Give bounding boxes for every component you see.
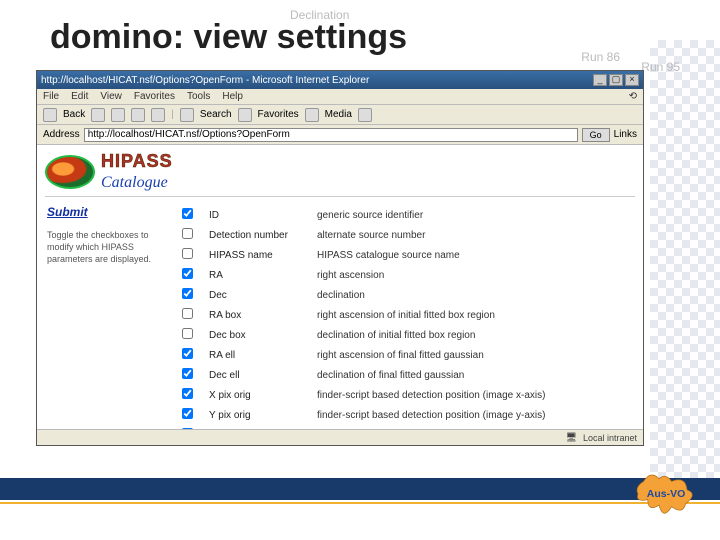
menu-view[interactable]: View bbox=[100, 91, 122, 102]
param-checkbox[interactable] bbox=[182, 428, 193, 429]
param-desc: declination of final fitted gaussian bbox=[317, 370, 633, 381]
table-row: HIPASS nameHIPASS catalogue source name bbox=[177, 245, 633, 265]
param-checkbox[interactable] bbox=[182, 248, 193, 259]
table-row: RA boxright ascension of initial fitted … bbox=[177, 305, 633, 325]
go-button[interactable]: Go bbox=[582, 128, 610, 142]
address-label: Address bbox=[43, 129, 80, 140]
refresh-icon[interactable] bbox=[131, 108, 145, 122]
home-icon[interactable] bbox=[151, 108, 165, 122]
param-name: Dec box bbox=[209, 330, 317, 341]
table-row: Y pix origfinder-script based detection … bbox=[177, 405, 633, 425]
status-bar: 🖥 Local intranet bbox=[37, 429, 643, 445]
media-button[interactable]: Media bbox=[325, 109, 352, 120]
menu-bar: File Edit View Favorites Tools Help ⟲ bbox=[37, 89, 643, 105]
table-row: Decdeclination bbox=[177, 285, 633, 305]
back-button[interactable]: Back bbox=[63, 109, 85, 120]
param-name: Dec bbox=[209, 290, 317, 301]
table-row: X pix origfinder-script based detection … bbox=[177, 385, 633, 405]
links-label[interactable]: Links bbox=[614, 129, 637, 140]
wm-run86: Run 86 bbox=[581, 50, 620, 64]
param-checkbox[interactable] bbox=[182, 348, 193, 359]
param-name: X pix orig bbox=[209, 390, 317, 401]
param-desc: right ascension of final fitted gaussian bbox=[317, 350, 633, 361]
window-titlebar: http://localhost/HICAT.nsf/Options?OpenF… bbox=[37, 71, 643, 89]
param-desc: right ascension of initial fitted box re… bbox=[317, 310, 633, 321]
table-row: IDgeneric source identifier bbox=[177, 205, 633, 225]
sidebar-note: Toggle the checkboxes to modify which HI… bbox=[47, 229, 167, 265]
history-icon[interactable] bbox=[358, 108, 372, 122]
logo-text-catalogue: Catalogue bbox=[101, 174, 173, 192]
param-desc: declination bbox=[317, 290, 633, 301]
param-desc: finder-script based detection position (… bbox=[317, 390, 633, 401]
menu-help[interactable]: Help bbox=[222, 91, 243, 102]
divider bbox=[45, 196, 635, 197]
bg-checker bbox=[650, 40, 720, 480]
zone-icon: 🖥 bbox=[566, 432, 577, 443]
menu-throbber-icon: ⟲ bbox=[629, 91, 637, 102]
param-checkbox[interactable] bbox=[182, 228, 193, 239]
table-row: Dec boxdeclination of initial fitted box… bbox=[177, 325, 633, 345]
param-name: Detection number bbox=[209, 230, 317, 241]
close-button[interactable]: × bbox=[625, 74, 639, 86]
menu-file[interactable]: File bbox=[43, 91, 59, 102]
parameter-grid: IDgeneric source identifierDetection num… bbox=[177, 205, 633, 429]
footer-accent-line bbox=[0, 502, 720, 504]
footer-band bbox=[0, 478, 720, 500]
param-checkbox[interactable] bbox=[182, 308, 193, 319]
back-icon[interactable] bbox=[43, 108, 57, 122]
window-title: http://localhost/HICAT.nsf/Options?OpenF… bbox=[41, 75, 593, 86]
hipass-logo-icon bbox=[45, 155, 95, 189]
ausvo-text: Aus-VO bbox=[647, 488, 686, 500]
ausvo-logo: Aus-VO bbox=[630, 466, 702, 522]
param-checkbox[interactable] bbox=[182, 328, 193, 339]
maximize-button[interactable]: ▢ bbox=[609, 74, 623, 86]
param-name: RA box bbox=[209, 310, 317, 321]
media-icon[interactable] bbox=[305, 108, 319, 122]
logo-text-hipass: HIPASS bbox=[101, 151, 173, 172]
table-row: RAright ascension bbox=[177, 265, 633, 285]
browser-window: http://localhost/HICAT.nsf/Options?OpenF… bbox=[36, 70, 644, 446]
param-checkbox[interactable] bbox=[182, 288, 193, 299]
param-desc: alternate source number bbox=[317, 230, 633, 241]
param-checkbox[interactable] bbox=[182, 208, 193, 219]
toolbar: Back | Search Favorites Media bbox=[37, 105, 643, 125]
param-name: RA bbox=[209, 270, 317, 281]
param-desc: HIPASS catalogue source name bbox=[317, 250, 633, 261]
slide-title: domino: view settings bbox=[50, 18, 407, 57]
menu-edit[interactable]: Edit bbox=[71, 91, 88, 102]
stop-icon[interactable] bbox=[111, 108, 125, 122]
search-button[interactable]: Search bbox=[200, 109, 232, 120]
table-row: X pix finalfinal box detection position … bbox=[177, 425, 633, 429]
param-name: Y pix orig bbox=[209, 410, 317, 421]
param-checkbox[interactable] bbox=[182, 388, 193, 399]
submit-link[interactable]: Submit bbox=[47, 205, 88, 219]
param-desc: declination of initial fitted box region bbox=[317, 330, 633, 341]
status-zone: Local intranet bbox=[583, 433, 637, 443]
param-checkbox[interactable] bbox=[182, 408, 193, 419]
param-desc: right ascension bbox=[317, 270, 633, 281]
forward-icon[interactable] bbox=[91, 108, 105, 122]
table-row: RA ellright ascension of final fitted ga… bbox=[177, 345, 633, 365]
param-desc: finder-script based detection position (… bbox=[317, 410, 633, 421]
search-icon[interactable] bbox=[180, 108, 194, 122]
address-bar: Address Go Links bbox=[37, 125, 643, 145]
param-name: Dec ell bbox=[209, 370, 317, 381]
minimize-button[interactable]: _ bbox=[593, 74, 607, 86]
favorites-icon[interactable] bbox=[238, 108, 252, 122]
page-content: HIPASS Catalogue Submit Toggle the check… bbox=[37, 145, 643, 429]
menu-favorites[interactable]: Favorites bbox=[134, 91, 175, 102]
param-checkbox[interactable] bbox=[182, 368, 193, 379]
param-name: HIPASS name bbox=[209, 250, 317, 261]
favorites-button[interactable]: Favorites bbox=[258, 109, 299, 120]
address-input[interactable] bbox=[84, 128, 578, 142]
menu-tools[interactable]: Tools bbox=[187, 91, 210, 102]
param-name: RA ell bbox=[209, 350, 317, 361]
table-row: Dec elldeclination of final fitted gauss… bbox=[177, 365, 633, 385]
param-name: ID bbox=[209, 210, 317, 221]
table-row: Detection numberalternate source number bbox=[177, 225, 633, 245]
param-desc: generic source identifier bbox=[317, 210, 633, 221]
param-checkbox[interactable] bbox=[182, 268, 193, 279]
